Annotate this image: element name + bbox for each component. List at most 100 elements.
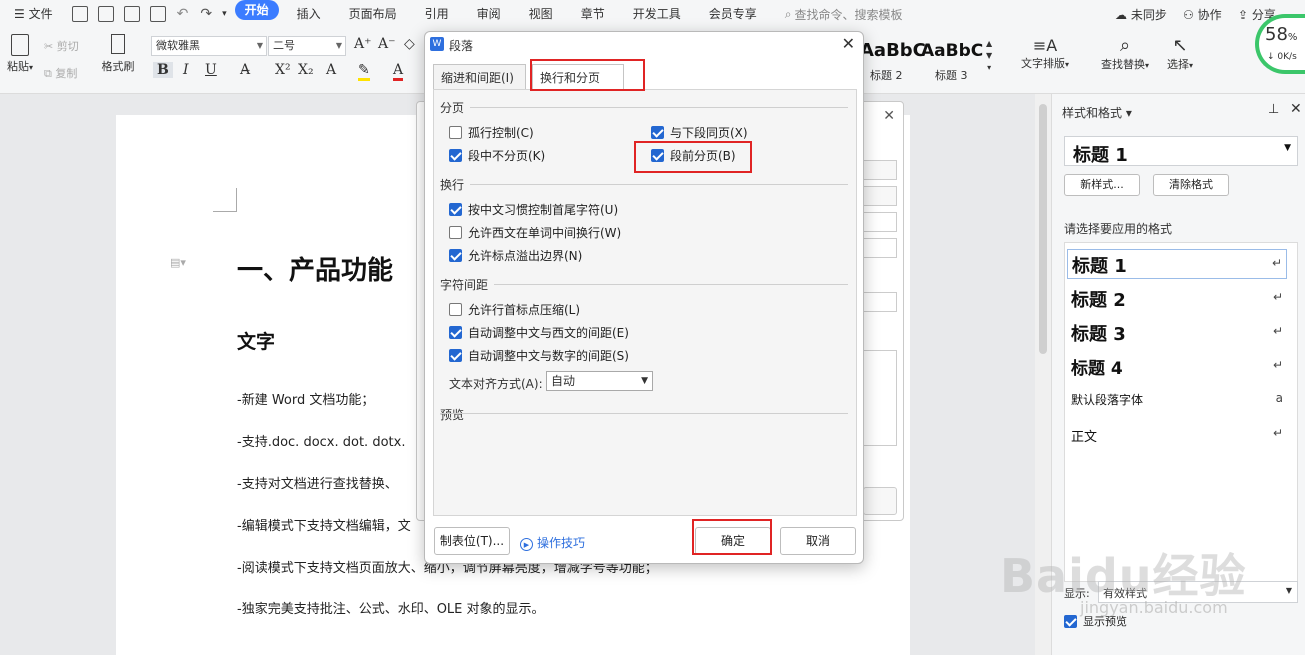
cancel-button[interactable]: 取消: [780, 527, 856, 555]
font-color-icon[interactable]: A: [393, 62, 404, 81]
search-icon[interactable]: ⌕: [785, 7, 792, 22]
shrink-font-icon[interactable]: A⁻: [378, 36, 396, 52]
divider: [470, 107, 848, 108]
doc-line-6: -独家完美支持批注、公式、水印、OLE 对象的显示。: [237, 602, 545, 617]
asian-linebreak-label: 按中文习惯控制首尾字符(U): [468, 203, 619, 217]
menu-bar: ☰ 文件 ↶ ↷ ▾ 开始 插入 页面布局 引用 审阅 视图 章节 开发工具 会员专享 ⌕ 查找…: [0, 0, 1305, 28]
doc-line-3: -支持对文档进行查找替换、: [237, 477, 398, 492]
export-icon[interactable]: [97, 6, 114, 22]
tab-line-page-break[interactable]: 换行和分页(P): [532, 64, 624, 111]
hanging-punct-checkbox[interactable]: 允许标点溢出边界(N): [449, 247, 582, 264]
style-heading3-preview[interactable]: AaBbC: [921, 41, 983, 61]
style-item-heading1[interactable]: 标题 1 ↵: [1067, 249, 1287, 279]
asian-linebreak-checkbox[interactable]: 按中文习惯控制首尾字符(U): [449, 201, 618, 218]
ok-button[interactable]: 确定: [695, 527, 771, 555]
tab-indent-spacing[interactable]: 缩进和间距(I): [433, 64, 526, 90]
bold-icon[interactable]: B: [153, 62, 173, 78]
redo-icon[interactable]: ↷: [200, 6, 212, 22]
tab-stops-button[interactable]: 制表位(T)...: [434, 527, 510, 555]
undo-icon[interactable]: ↶: [177, 6, 189, 22]
cut-button[interactable]: ✂ 剪切: [44, 38, 79, 54]
widow-control-checkbox[interactable]: 孤行控制(C): [449, 124, 534, 141]
word-wrap-checkbox[interactable]: 允许西文在单词中间换行(W): [449, 224, 621, 241]
superscript-icon[interactable]: X²: [275, 62, 291, 78]
hamburger-menu[interactable]: ☰ 文件: [0, 0, 67, 28]
preview-icon[interactable]: [149, 6, 166, 22]
style-sample-2: AaBbC: [921, 41, 984, 61]
checkbox-box: [651, 126, 664, 139]
strikethrough-icon[interactable]: A̶: [240, 62, 250, 78]
paste-button[interactable]: 粘贴▾: [2, 34, 38, 74]
style-item-heading2[interactable]: 标题 2 ↵: [1067, 284, 1287, 314]
doc-line-4: -编辑模式下支持文档编辑，文: [237, 519, 411, 534]
style-item-default-font[interactable]: 默认段落字体 a: [1067, 389, 1287, 419]
menu-tab-1[interactable]: 插入: [283, 0, 335, 28]
paragraph-handle-icon[interactable]: ▤▾: [170, 256, 186, 269]
style-heading2-preview[interactable]: AaBbC: [860, 40, 926, 61]
compress-punct-checkbox[interactable]: 允许行首标点压缩(L): [449, 301, 580, 318]
dialog-body: 分页 孤行控制(C) 与下段同页(X) 段中不分页(K) 段前分页(B) 换行 …: [433, 89, 857, 516]
highlight-icon[interactable]: ✎: [358, 62, 370, 81]
new-style-button[interactable]: 新样式...: [1064, 174, 1140, 196]
current-style-select[interactable]: 标题 1 ▼: [1064, 136, 1298, 166]
style-item-body[interactable]: 正文 ↵: [1067, 424, 1287, 454]
brush-icon: [111, 34, 125, 54]
page-break-before-label: 段前分页(B): [670, 149, 736, 163]
keep-with-next-checkbox[interactable]: 与下段同页(X): [651, 124, 748, 141]
hanging-punct-label: 允许标点溢出边界(N): [468, 249, 583, 263]
collab-button[interactable]: ⚇ 协作: [1183, 6, 1222, 23]
select-button[interactable]: ↖ 选择▾: [1160, 36, 1200, 72]
menu-tab-5[interactable]: 视图: [515, 0, 567, 28]
panel-title[interactable]: 样式和格式 ▾: [1062, 104, 1132, 121]
checkbox-box: [449, 326, 462, 339]
clear-format-icon[interactable]: ◇: [404, 36, 415, 52]
return-icon: ↵: [1272, 290, 1283, 304]
menu-tab-7[interactable]: 开发工具: [619, 0, 695, 28]
style-heading3-caption: 标题 3: [935, 69, 968, 82]
menu-tab-6[interactable]: 章节: [567, 0, 619, 28]
menu-tab-4[interactable]: 审阅: [463, 0, 515, 28]
find-replace-button[interactable]: ⌕ 查找替换▾: [1094, 36, 1156, 72]
text-layout-label: 文字排版: [1020, 57, 1065, 70]
style-sample-1: AaBbC: [860, 40, 926, 61]
font-size-select[interactable]: 二号 ▼: [268, 36, 346, 56]
scrollbar-thumb[interactable]: [1039, 104, 1047, 354]
command-search[interactable]: 查找命令、搜索模板: [794, 6, 902, 23]
style-item-heading4[interactable]: 标题 4 ↵: [1067, 352, 1287, 382]
font-name-select[interactable]: 微软雅黑 ▼: [151, 36, 267, 56]
chevron-down-icon: ▼: [1285, 586, 1292, 595]
gallery-scroll[interactable]: ▲ ▼ ▾: [986, 38, 992, 74]
close-icon[interactable]: ✕: [1290, 101, 1302, 117]
menu-tab-0[interactable]: 开始: [234, 0, 279, 20]
page-break-before-checkbox[interactable]: 段前分页(B): [651, 147, 736, 164]
grow-font-icon[interactable]: A⁺: [354, 36, 372, 52]
char-spacing-header: 字符间距: [440, 278, 489, 292]
close-icon[interactable]: ✕: [883, 108, 895, 124]
print-icon[interactable]: [123, 6, 140, 22]
menu-tab-2[interactable]: 页面布局: [335, 0, 411, 28]
quick-more-icon[interactable]: ▾: [222, 9, 227, 19]
text-layout-button[interactable]: ≡A 文字排版▾: [1014, 36, 1076, 71]
keep-lines-checkbox[interactable]: 段中不分页(K): [449, 147, 545, 164]
style-item-heading3[interactable]: 标题 3 ↵: [1067, 318, 1287, 348]
pin-icon[interactable]: ⊥: [1268, 102, 1279, 117]
auto-space-western-checkbox[interactable]: 自动调整中文与西文的间距(E): [449, 324, 629, 341]
sync-status[interactable]: ☁ 未同步: [1115, 6, 1167, 23]
menu-tab-3[interactable]: 引用: [411, 0, 463, 28]
tips-link[interactable]: ▶ 操作技巧: [520, 534, 585, 551]
format-painter-button[interactable]: 格式刷: [98, 34, 138, 74]
italic-icon[interactable]: I: [183, 62, 189, 78]
text-effect-icon[interactable]: A: [326, 62, 336, 78]
chevron-down-icon: ▼: [256, 41, 263, 50]
auto-space-number-checkbox[interactable]: 自动调整中文与数字的间距(S): [449, 347, 629, 364]
menu-tab-8[interactable]: 会员专享: [695, 0, 771, 28]
magnifier-icon: ⌕: [1119, 35, 1131, 56]
clear-format-button[interactable]: 清除格式: [1153, 174, 1229, 196]
close-icon[interactable]: ✕: [842, 34, 855, 53]
text-align-select[interactable]: 自动 ▼: [546, 371, 653, 391]
save-icon[interactable]: [71, 6, 88, 22]
subscript-icon[interactable]: X₂: [298, 62, 314, 78]
dialog-titlebar[interactable]: W 段落 ✕: [425, 32, 863, 58]
copy-button[interactable]: ⧉ 复制: [44, 65, 77, 81]
underline-icon[interactable]: U: [205, 62, 217, 78]
